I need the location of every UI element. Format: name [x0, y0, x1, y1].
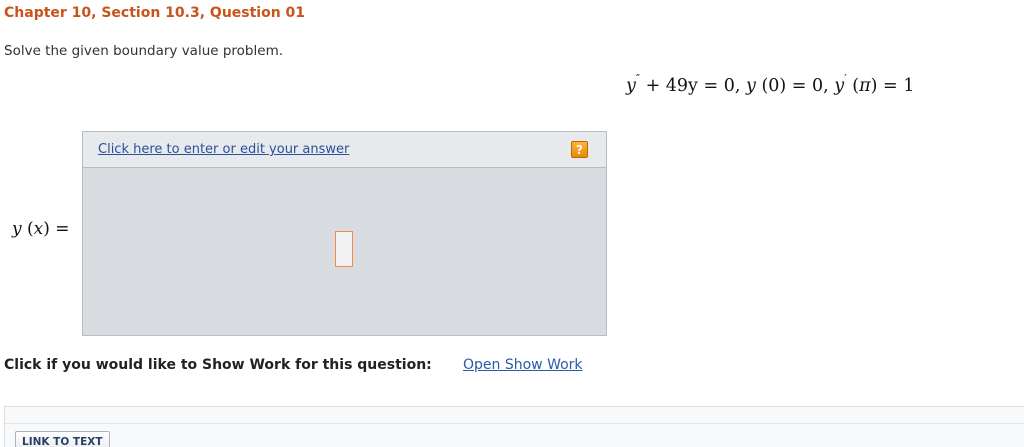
- link-to-text-button[interactable]: LINK TO TEXT: [15, 431, 110, 447]
- equation-part-2: (0) = 0,: [755, 76, 835, 96]
- equation-y-3: y: [834, 76, 845, 96]
- equation-y-1: y: [626, 76, 636, 96]
- equation-part-3: (: [846, 76, 860, 96]
- answer-editor-header: Click here to enter or edit your answer …: [83, 132, 606, 168]
- answer-label-x: x: [33, 219, 44, 239]
- answer-label-end: ) =: [43, 219, 70, 239]
- boundary-value-equation: y″ + 49y = 0, y (0) = 0, y′ (π) = 1: [626, 73, 915, 96]
- question-page: Chapter 10, Section 10.3, Question 01 So…: [0, 0, 1024, 447]
- answer-label: y (x) =: [12, 219, 70, 239]
- equation-y-2: y: [746, 76, 756, 96]
- show-work-prompt: Click if you would like to Show Work for…: [4, 357, 432, 373]
- question-footer: LINK TO TEXT: [4, 406, 1024, 447]
- equation-part-1: + 49y = 0,: [640, 76, 746, 96]
- answer-placeholder[interactable]: [335, 231, 353, 267]
- answer-label-paren: (: [21, 219, 34, 239]
- question-prompt: Solve the given boundary value problem.: [4, 43, 284, 59]
- equation-pi: π: [859, 76, 871, 96]
- edit-answer-link[interactable]: Click here to enter or edit your answer: [98, 142, 349, 157]
- open-show-work-link[interactable]: Open Show Work: [463, 357, 583, 373]
- answer-label-y: y: [12, 219, 22, 239]
- help-icon[interactable]: ?: [571, 141, 588, 158]
- equation-part-4: ) = 1: [870, 76, 915, 96]
- footer-divider: [5, 423, 1024, 424]
- question-title: Chapter 10, Section 10.3, Question 01: [4, 5, 306, 21]
- answer-editor[interactable]: Click here to enter or edit your answer …: [82, 131, 607, 336]
